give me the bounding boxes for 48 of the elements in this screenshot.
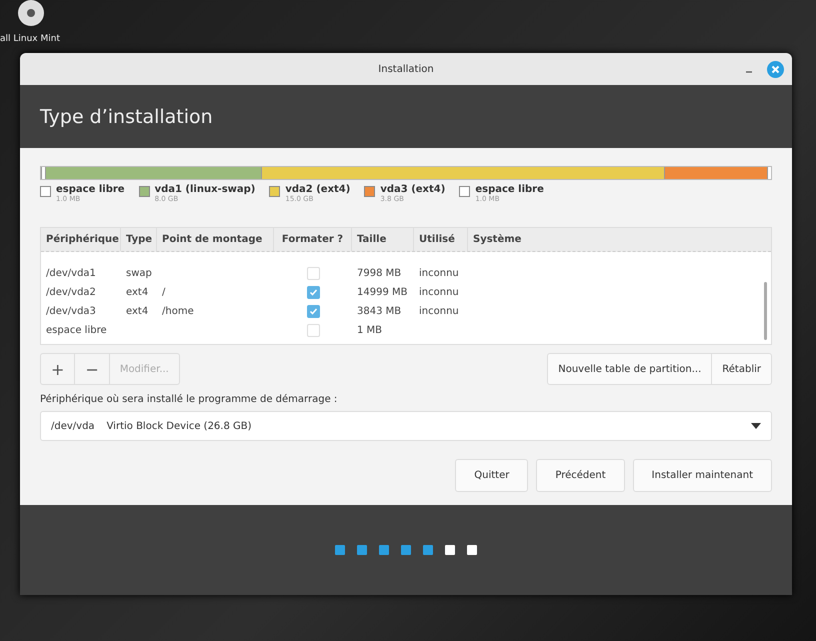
legend-label: vda1 (linux-swap) — [154, 184, 256, 195]
format-checkbox[interactable] — [306, 286, 320, 299]
legend-label: vda3 (ext4) — [380, 184, 446, 195]
column-header[interactable]: Type — [121, 228, 157, 251]
legend-label: espace libre — [56, 184, 125, 195]
dialog-button[interactable]: Installer maintenant — [632, 459, 772, 492]
table-cell: ext4 — [126, 306, 148, 317]
page-heading: Type d’installation — [40, 106, 213, 128]
table-cell: 1 MB — [357, 325, 382, 336]
add-button[interactable]: + — [41, 354, 76, 384]
table-cell: /dev/vda2 — [46, 287, 96, 298]
legend-label: vda2 (ext4) — [285, 184, 350, 195]
column-header[interactable]: Périphérique — [41, 228, 121, 251]
table-cell: ext4 — [126, 287, 148, 298]
table-cell: espace libre — [46, 325, 107, 336]
table-cell: 3843 MB — [357, 306, 402, 317]
checkmark-icon — [308, 288, 318, 297]
table-cell: swap — [126, 268, 152, 279]
column-header[interactable]: Formater ? — [274, 228, 352, 251]
column-header[interactable]: Système — [468, 228, 771, 251]
column-header[interactable]: Point de montage — [157, 228, 274, 251]
table-cell: 7998 MB — [357, 268, 402, 279]
table-cell: /dev/vda3 — [46, 306, 96, 317]
table-cell: 14999 MB — [357, 287, 408, 298]
revert-button[interactable]: Rétablir — [711, 354, 771, 384]
table-cell: inconnu — [419, 287, 459, 298]
boot-device-label: Périphérique où sera installé le programme de démarrage : — [40, 394, 338, 405]
close-icon[interactable] — [767, 61, 784, 78]
new-partition-table-button[interactable]: Nouvelle table de partition... — [548, 354, 712, 384]
remove-button[interactable]: − — [75, 354, 110, 384]
table-cell: inconnu — [419, 268, 459, 279]
legend-label: espace libre — [475, 184, 544, 195]
checkmark-icon — [308, 307, 318, 316]
boot-device-dropdown[interactable]: /dev/vda Virtio Block Device (26.8 GB) — [40, 411, 772, 441]
table-cell: /home — [162, 306, 194, 317]
table-cell: /dev/vda1 — [46, 268, 96, 279]
table-cell: inconnu — [419, 306, 459, 317]
dialog-button[interactable]: Précédent — [536, 459, 625, 492]
column-header[interactable]: Taille — [352, 228, 414, 251]
desktop-icon-label: all Linux Mint — [0, 34, 60, 44]
disc-icon[interactable] — [16, 0, 46, 26]
window-title: Installation — [378, 64, 434, 74]
dialog-button[interactable]: Quitter — [455, 459, 528, 492]
column-header[interactable]: Utilisé — [414, 228, 468, 251]
scrollbar[interactable] — [764, 282, 767, 340]
caret-icon — [751, 423, 761, 429]
table-cell: / — [162, 287, 166, 298]
format-checkbox[interactable] — [306, 305, 320, 318]
